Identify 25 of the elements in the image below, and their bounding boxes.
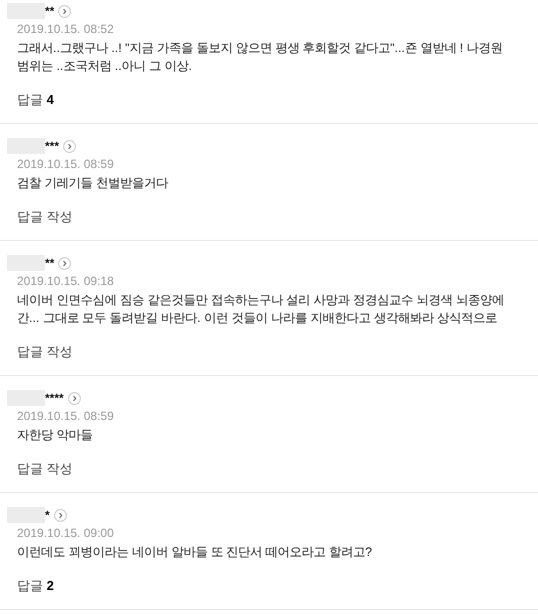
reply-link[interactable]: 답글 작성 xyxy=(17,208,73,226)
username[interactable]: *** xyxy=(45,139,60,153)
chevron-circle-icon[interactable] xyxy=(68,392,81,404)
comment-date: 2019.10.15. 08:59 xyxy=(17,156,115,173)
reply-link[interactable]: 답글 작성 xyxy=(17,460,73,478)
comment-date: 2019.10.15. 08:52 xyxy=(17,21,115,38)
comment-date: 2019.10.15. 09:00 xyxy=(17,525,115,542)
username[interactable]: ** xyxy=(45,256,54,270)
comment-text: 네이버 인면수심에 짐승 같은것들만 접속하는구나 설리 사망과 정경심교수 뇌경색 뇌종양에 간... 그대로 모두 돌려받길 바란다. 이런 것들이 나라를 지배한다고 생각해봐라 상식적으로 xyxy=(17,292,505,327)
comment-date: 2019.10.15. 08:59 xyxy=(17,408,115,425)
reply-link[interactable]: 답글 2 xyxy=(17,577,54,595)
chevron-circle-icon[interactable] xyxy=(63,140,76,152)
comment-text: 이런데도 꾀병이라는 네이버 알바들 또 진단서 떼어오라고 할려고? xyxy=(17,544,373,561)
chevron-circle-icon[interactable] xyxy=(58,256,72,270)
chevron-circle-icon[interactable] xyxy=(54,508,67,522)
username[interactable]: ** xyxy=(45,4,54,18)
comment-text: 검찰 기레기들 천벌받을거다 xyxy=(17,175,170,192)
reply-link[interactable]: 답글 4 xyxy=(17,91,54,109)
username[interactable]: **** xyxy=(45,391,64,405)
comment-text: 자한당 악마들 xyxy=(17,427,94,444)
reply-link[interactable]: 답글 작성 xyxy=(17,343,73,361)
chevron-circle-icon[interactable] xyxy=(58,4,72,18)
comment-text: 그래서..그랬구나 ..! "지금 가족을 돌보지 않으면 평생 후회할것 같다고"...죤 열받네 ! 나경원 범위는 ..조국처럼 ..아니 그 이상. xyxy=(17,40,504,75)
comment-date: 2019.10.15. 09:18 xyxy=(17,273,115,290)
username[interactable]: * xyxy=(45,508,50,522)
